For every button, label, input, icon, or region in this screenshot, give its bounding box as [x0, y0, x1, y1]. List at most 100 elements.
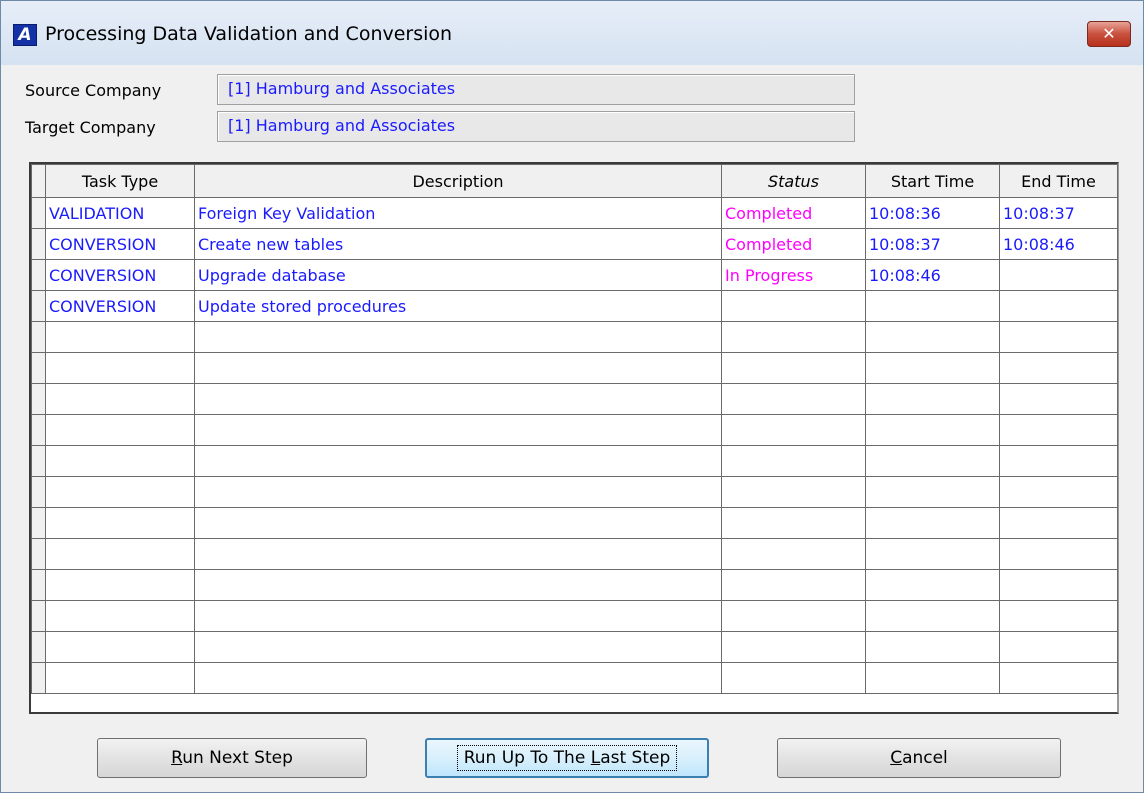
cell-end-time[interactable]	[999, 662, 1118, 694]
table-row-empty[interactable]	[31, 569, 1118, 601]
cell-description[interactable]	[194, 352, 722, 384]
cell-start-time[interactable]	[865, 383, 1000, 415]
table-row-empty[interactable]	[31, 476, 1118, 508]
cell-task-type[interactable]: CONVERSION	[45, 290, 195, 322]
cell-end-time[interactable]	[999, 321, 1118, 353]
cell-description[interactable]	[194, 476, 722, 508]
cell-task-type[interactable]	[45, 538, 195, 570]
cell-start-time[interactable]	[865, 414, 1000, 446]
cell-task-type[interactable]	[45, 445, 195, 477]
cell-start-time[interactable]: 10:08:36	[865, 197, 1000, 229]
row-selector[interactable]	[31, 197, 46, 229]
column-header-end-time[interactable]: End Time	[999, 164, 1118, 198]
cell-status[interactable]	[721, 445, 866, 477]
cell-end-time[interactable]	[999, 538, 1118, 570]
cell-description[interactable]	[194, 321, 722, 353]
cell-start-time[interactable]	[865, 507, 1000, 539]
cell-status[interactable]	[721, 600, 866, 632]
cell-start-time[interactable]	[865, 600, 1000, 632]
task-grid[interactable]: Task Type Description Status Start Time …	[29, 162, 1119, 714]
table-row-empty[interactable]	[31, 538, 1118, 570]
cell-status[interactable]	[721, 507, 866, 539]
cell-task-type[interactable]: CONVERSION	[45, 259, 195, 291]
run-up-to-last-step-button[interactable]: Run Up To The Last Step	[425, 738, 709, 778]
row-selector[interactable]	[31, 228, 46, 260]
row-selector[interactable]	[31, 414, 46, 446]
cell-end-time[interactable]	[999, 259, 1118, 291]
cell-description[interactable]	[194, 383, 722, 415]
cell-task-type[interactable]	[45, 569, 195, 601]
cell-start-time[interactable]	[865, 662, 1000, 694]
cell-status[interactable]	[721, 662, 866, 694]
row-selector[interactable]	[31, 321, 46, 353]
cell-start-time[interactable]: 10:08:46	[865, 259, 1000, 291]
cell-description[interactable]: Foreign Key Validation	[194, 197, 722, 229]
cell-status[interactable]: Completed	[721, 228, 866, 260]
cell-task-type[interactable]	[45, 662, 195, 694]
cell-end-time[interactable]: 10:08:46	[999, 228, 1118, 260]
cell-description[interactable]	[194, 631, 722, 663]
row-selector[interactable]	[31, 600, 46, 632]
cell-description[interactable]: Update stored procedures	[194, 290, 722, 322]
cell-start-time[interactable]	[865, 290, 1000, 322]
column-header-description[interactable]: Description	[194, 164, 722, 198]
table-row-empty[interactable]	[31, 507, 1118, 539]
cell-status[interactable]	[721, 414, 866, 446]
row-selector[interactable]	[31, 631, 46, 663]
row-selector[interactable]	[31, 383, 46, 415]
cell-start-time[interactable]	[865, 569, 1000, 601]
row-selector[interactable]	[31, 476, 46, 508]
cell-end-time[interactable]	[999, 352, 1118, 384]
cell-description[interactable]: Upgrade database	[194, 259, 722, 291]
cell-start-time[interactable]	[865, 321, 1000, 353]
run-next-step-button[interactable]: Run Next Step	[97, 738, 367, 778]
row-selector[interactable]	[31, 445, 46, 477]
cell-start-time[interactable]	[865, 476, 1000, 508]
cell-description[interactable]	[194, 662, 722, 694]
cell-status[interactable]: In Progress	[721, 259, 866, 291]
table-row-empty[interactable]	[31, 414, 1118, 446]
row-selector[interactable]	[31, 352, 46, 384]
cell-description[interactable]	[194, 569, 722, 601]
table-row-empty[interactable]	[31, 321, 1118, 353]
cell-end-time[interactable]	[999, 569, 1118, 601]
cell-task-type[interactable]	[45, 352, 195, 384]
cell-description[interactable]	[194, 600, 722, 632]
cell-end-time[interactable]: 10:08:37	[999, 197, 1118, 229]
cell-status[interactable]	[721, 321, 866, 353]
column-header-status[interactable]: Status	[721, 164, 866, 198]
cell-end-time[interactable]	[999, 507, 1118, 539]
close-button[interactable]: ✕	[1087, 21, 1131, 47]
cell-description[interactable]	[194, 445, 722, 477]
cell-end-time[interactable]	[999, 445, 1118, 477]
cell-end-time[interactable]	[999, 290, 1118, 322]
table-row-empty[interactable]	[31, 445, 1118, 477]
cell-task-type[interactable]	[45, 631, 195, 663]
cell-description[interactable]	[194, 538, 722, 570]
cell-task-type[interactable]	[45, 600, 195, 632]
table-row[interactable]: CONVERSION Create new tables Completed 10:0…	[31, 228, 1118, 260]
cell-description[interactable]	[194, 414, 722, 446]
table-row-empty[interactable]	[31, 352, 1118, 384]
cell-description[interactable]: Create new tables	[194, 228, 722, 260]
cell-start-time[interactable]: 10:08:37	[865, 228, 1000, 260]
cancel-button[interactable]: Cancel	[777, 738, 1061, 778]
row-selector[interactable]	[31, 259, 46, 291]
cell-status[interactable]	[721, 352, 866, 384]
cell-task-type[interactable]	[45, 507, 195, 539]
cell-status[interactable]	[721, 569, 866, 601]
table-row[interactable]: VALIDATION Foreign Key Validation Complete…	[31, 197, 1118, 229]
cell-start-time[interactable]	[865, 631, 1000, 663]
column-header-task-type[interactable]: Task Type	[45, 164, 195, 198]
cell-start-time[interactable]	[865, 538, 1000, 570]
cell-status[interactable]	[721, 290, 866, 322]
cell-task-type[interactable]	[45, 383, 195, 415]
table-row-empty[interactable]	[31, 662, 1118, 694]
cell-status[interactable]	[721, 631, 866, 663]
cell-task-type[interactable]	[45, 414, 195, 446]
cell-status[interactable]: Completed	[721, 197, 866, 229]
table-row-empty[interactable]	[31, 600, 1118, 632]
column-header-start-time[interactable]: Start Time	[865, 164, 1000, 198]
cell-task-type[interactable]: CONVERSION	[45, 228, 195, 260]
cell-end-time[interactable]	[999, 383, 1118, 415]
